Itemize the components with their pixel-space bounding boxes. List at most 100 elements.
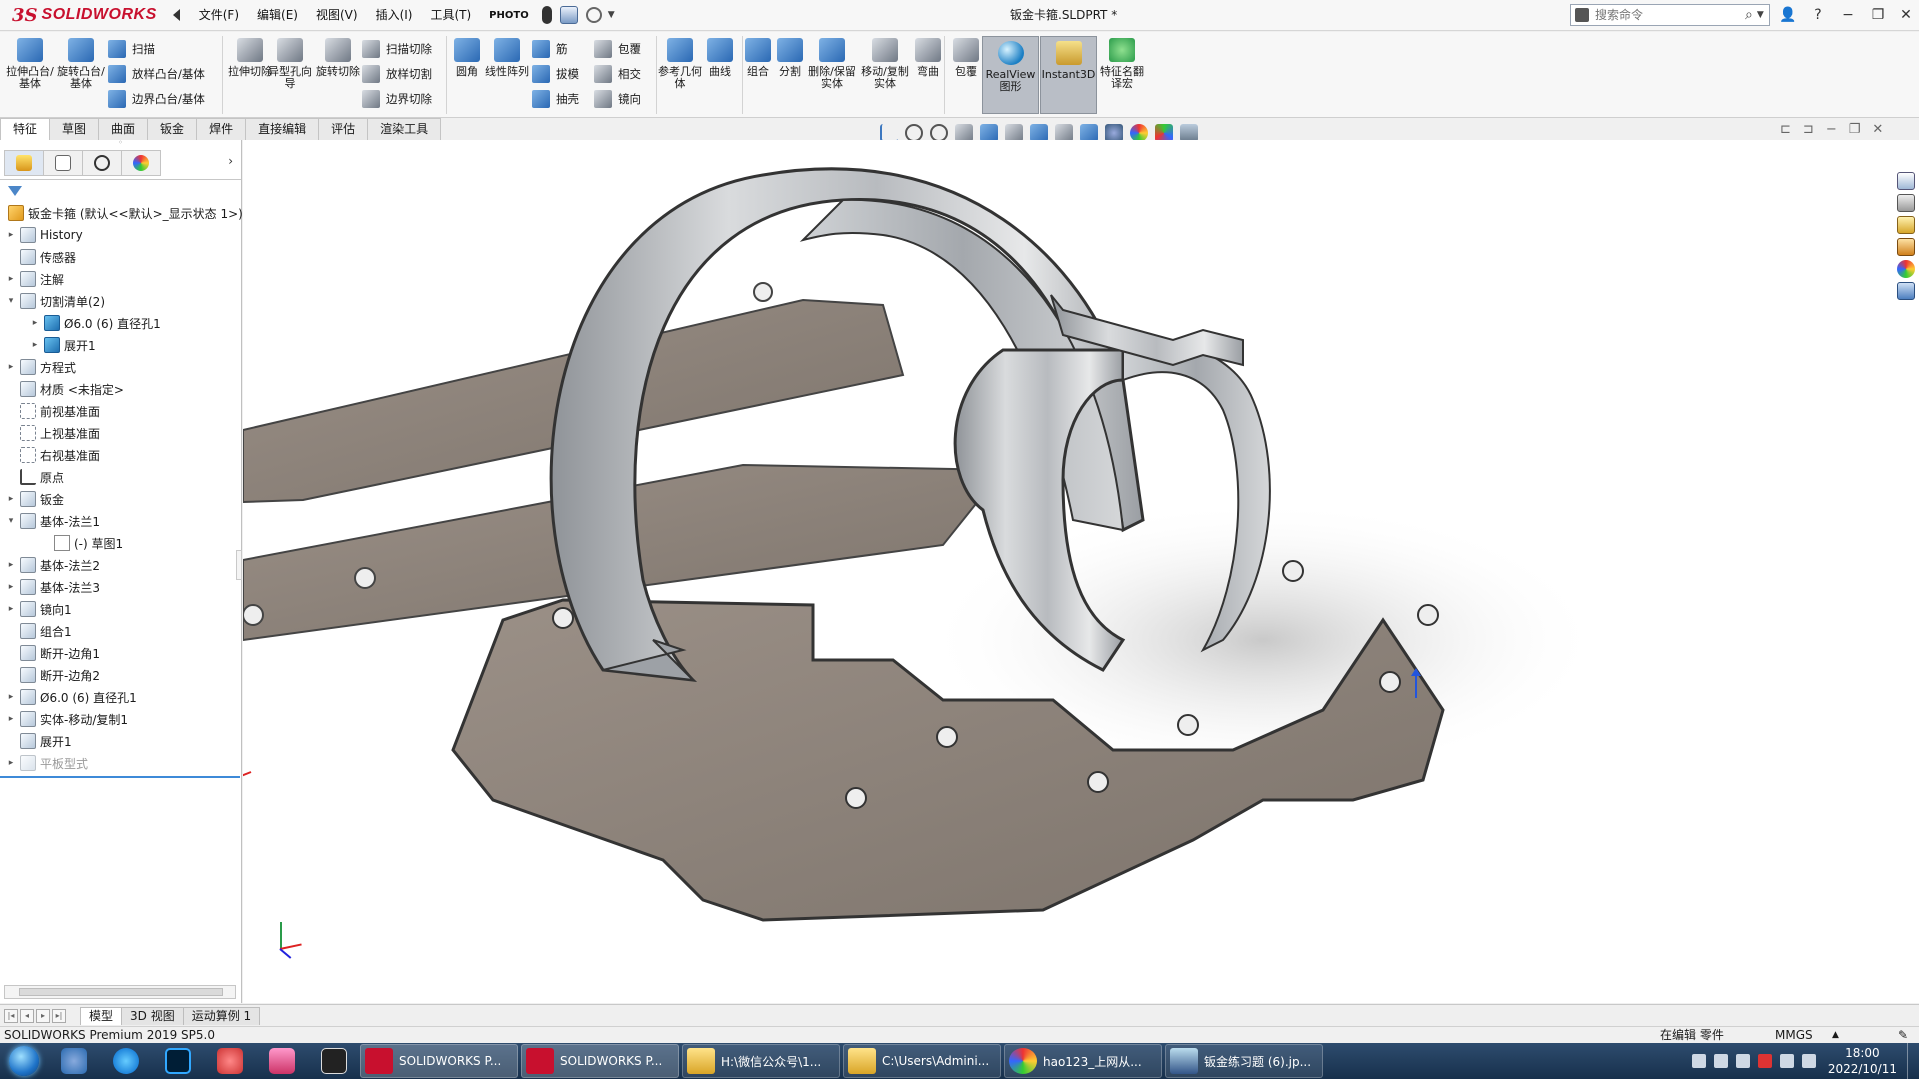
expand-arrow-icon[interactable]: ▸	[6, 274, 16, 284]
tree-item-top-plane[interactable]: 上视基准面	[6, 422, 100, 444]
expand-arrow-icon[interactable]: ▸	[6, 714, 16, 724]
tab-weldments[interactable]: 焊件	[196, 118, 247, 140]
tab-sheet-metal[interactable]: 钣金	[147, 118, 198, 140]
boundary-boss-button[interactable]: 边界凸台/基体	[108, 88, 205, 110]
keyboard-icon[interactable]	[1691, 1054, 1706, 1068]
search-commands-box[interactable]: ⌕ ▼	[1570, 4, 1770, 26]
gear-icon[interactable]	[585, 7, 602, 23]
user-icon[interactable]: 👤	[1778, 5, 1798, 25]
first-tab-icon[interactable]: |◂	[4, 1008, 18, 1023]
tree-item-flat-pattern[interactable]: ▸ 平板型式	[6, 752, 88, 774]
tree-item-body-hole[interactable]: ▸ Ø6.0 (6) 直径孔1	[30, 312, 161, 334]
menu-insert[interactable]: 插入(I)	[367, 0, 422, 31]
custom-properties-icon[interactable]	[1897, 282, 1915, 300]
feature-tree-filter[interactable]	[0, 180, 241, 202]
menu-collapse-arrow-icon[interactable]	[172, 9, 180, 21]
menu-photoview[interactable]: PHOTO	[480, 0, 538, 31]
viewport-restore-icon[interactable]: ❐	[1849, 122, 1861, 137]
tab-direct-editing[interactable]: 直接编辑	[245, 118, 320, 140]
draft-button[interactable]: 拔模	[532, 63, 579, 85]
hole-wizard-button[interactable]: 异型孔向导	[266, 38, 314, 90]
swept-cut-button[interactable]: 扫描切除	[362, 38, 432, 60]
menu-view[interactable]: 视图(V)	[307, 0, 367, 31]
chevron-right-icon[interactable]: ›	[228, 154, 233, 168]
appearances-icon[interactable]	[1897, 260, 1915, 278]
tree-item-material[interactable]: 材质 <未指定>	[6, 378, 124, 400]
extruded-boss-button[interactable]: 拉伸凸台/基体	[6, 38, 54, 90]
tree-item-origin[interactable]: 原点	[6, 466, 64, 488]
tree-item-break-corner-2[interactable]: 断开-边角2	[6, 664, 100, 686]
menu-edit[interactable]: 编辑(E)	[248, 0, 307, 31]
intersect-button[interactable]: 相交	[594, 63, 641, 85]
tree-item-sheet-metal[interactable]: ▸ 钣金	[6, 488, 64, 510]
expand-arrow-icon[interactable]: ▸	[6, 758, 16, 768]
collapse-arrow-icon[interactable]: ▾	[6, 516, 16, 526]
tab-model[interactable]: 模型	[80, 1006, 123, 1025]
shell-button[interactable]: 抽壳	[532, 88, 579, 110]
lofted-cut-button[interactable]: 放样切割	[362, 63, 432, 85]
delete-keep-body-button[interactable]: 删除/保留实体	[808, 38, 856, 90]
tab-render-tools[interactable]: 渲染工具	[367, 118, 442, 140]
tree-item-base-flange-3[interactable]: ▸ 基体-法兰3	[6, 576, 100, 598]
linear-pattern-button[interactable]: 线性阵列	[483, 38, 531, 78]
tab-sketch[interactable]: 草图	[49, 118, 100, 140]
pinned-app[interactable]	[204, 1044, 256, 1078]
expand-arrow-icon[interactable]: ▸	[6, 560, 16, 570]
tree-item-mirror-1[interactable]: ▸ 镜向1	[6, 598, 72, 620]
pinned-app[interactable]	[48, 1044, 100, 1078]
design-library-icon[interactable]	[1897, 194, 1915, 212]
rib-button[interactable]: 筋	[532, 38, 568, 60]
panel-splitter-handle[interactable]	[236, 550, 242, 580]
next-tab-icon[interactable]: ▸	[36, 1008, 50, 1023]
tab-features[interactable]: 特征	[0, 118, 51, 140]
tab-motion-study[interactable]: 运动算例 1	[182, 1006, 261, 1025]
taskbar-item-solidworks-1[interactable]: SOLIDWORKS P...	[360, 1044, 518, 1078]
tab-display-manager[interactable]	[121, 149, 161, 176]
boundary-cut-button[interactable]: 边界切除	[362, 88, 432, 110]
tab-property-manager[interactable]	[43, 149, 83, 176]
expand-arrow-icon[interactable]: ▸	[30, 340, 40, 350]
expand-arrow-icon[interactable]: ▸	[6, 362, 16, 372]
taskbar-clock[interactable]: 18:00 2022/10/11	[1820, 1045, 1907, 1077]
tree-item-hole-1[interactable]: ▸ Ø6.0 (6) 直径孔1	[6, 686, 137, 708]
expand-arrow-icon[interactable]: ▸	[6, 604, 16, 614]
options-list-icon[interactable]	[559, 6, 578, 24]
horizontal-scrollbar[interactable]	[4, 985, 236, 999]
split-button[interactable]: 分割	[766, 38, 814, 78]
start-button[interactable]	[0, 1043, 48, 1079]
tab-feature-tree[interactable]	[4, 149, 44, 176]
tree-item-combine-1[interactable]: 组合1	[6, 620, 72, 642]
last-tab-icon[interactable]: ▸|	[52, 1008, 66, 1023]
tree-item-front-plane[interactable]: 前视基准面	[6, 400, 100, 422]
show-desktop-button[interactable]	[1907, 1043, 1919, 1079]
tab-configuration-manager[interactable]	[82, 149, 122, 176]
taskbar-item-folder-users[interactable]: C:\Users\Admini...	[843, 1044, 1001, 1078]
mirror-button[interactable]: 镜向	[594, 88, 641, 110]
scroll-thumb[interactable]	[19, 988, 223, 996]
flag-icon[interactable]	[1801, 1054, 1816, 1068]
revolved-boss-button[interactable]: 旋转凸台/基体	[57, 38, 105, 90]
unit-dropdown-icon[interactable]: ▲	[1832, 1027, 1839, 1043]
taskbar-item-browser[interactable]: hao123_上网从...	[1004, 1044, 1162, 1078]
collapse-right-icon[interactable]: ⊐	[1803, 122, 1814, 137]
instant3d-button[interactable]: Instant3D	[1040, 36, 1097, 114]
close-button[interactable]: ✕	[1896, 5, 1916, 25]
wrap-small-button[interactable]: 包覆	[594, 38, 641, 60]
unit-system-selector[interactable]: MMGS	[1775, 1027, 1813, 1043]
tree-item-history[interactable]: ▸ History	[6, 224, 83, 246]
pinned-app[interactable]	[256, 1044, 308, 1078]
collapse-left-icon[interactable]: ⊏	[1780, 122, 1791, 137]
traffic-light-icon[interactable]	[541, 6, 552, 24]
revolved-cut-button[interactable]: 旋转切除	[314, 38, 362, 78]
help-button[interactable]: ?	[1808, 5, 1828, 25]
tab-evaluate[interactable]: 评估	[318, 118, 369, 140]
chevron-down-icon[interactable]: ▼	[608, 10, 615, 20]
tree-item-break-corner-1[interactable]: 断开-边角1	[6, 642, 100, 664]
move-copy-body-button[interactable]: 移动/复制实体	[861, 38, 909, 90]
minimize-button[interactable]: −	[1838, 5, 1858, 25]
pinned-app[interactable]	[308, 1044, 360, 1078]
taskbar-item-solidworks-2[interactable]: SOLIDWORKS P...	[521, 1044, 679, 1078]
tree-item-sketch-1[interactable]: (-) 草图1	[40, 532, 123, 554]
expand-arrow-icon[interactable]: ▸	[6, 582, 16, 592]
tree-item-base-flange-2[interactable]: ▸ 基体-法兰2	[6, 554, 100, 576]
